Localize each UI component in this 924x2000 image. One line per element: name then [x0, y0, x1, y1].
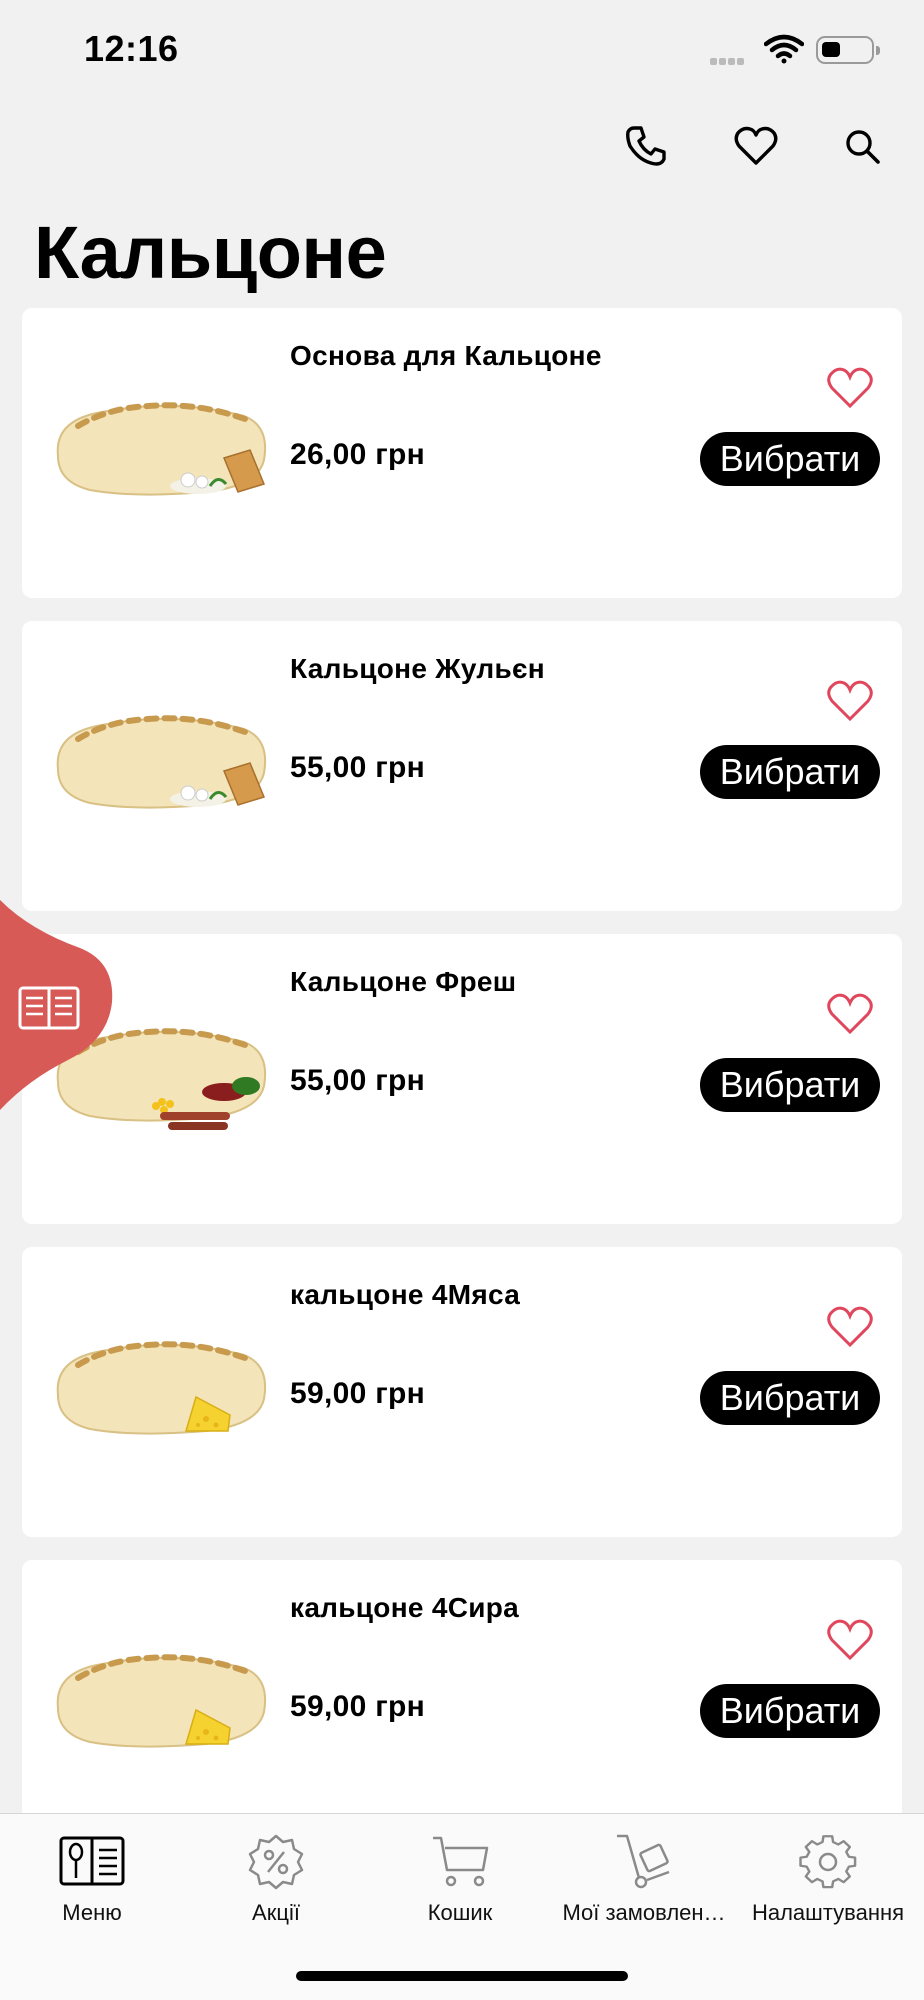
heart-icon[interactable] — [824, 990, 876, 1038]
product-image — [56, 1341, 266, 1435]
battery-icon — [816, 36, 880, 64]
heart-icon[interactable] — [824, 677, 876, 725]
tab-label: Меню — [62, 1900, 122, 1925]
product-name: кальцоне 4Мяса — [290, 1279, 521, 1310]
product-price: 55,00 грн — [290, 751, 426, 784]
product-name: кальцоне 4Сира — [290, 1592, 520, 1623]
home-indicator — [296, 1971, 628, 1981]
choose-button[interactable]: Вибрати — [700, 745, 880, 799]
tab-promotions[interactable]: Акції — [184, 1832, 368, 1942]
tab-label: Налаштування — [751, 1900, 905, 1925]
choose-button[interactable]: Вибрати — [700, 1371, 880, 1425]
wifi-icon — [764, 34, 804, 64]
discount-icon — [248, 1834, 304, 1890]
side-menu-tab[interactable] — [0, 900, 115, 1110]
product-name: Основа для Кальцоне — [290, 340, 602, 371]
favorites-icon[interactable] — [732, 122, 780, 170]
cart-icon — [433, 1836, 489, 1887]
orders-icon — [617, 1834, 670, 1889]
product-price: 55,00 грн — [290, 1064, 426, 1097]
settings-icon — [799, 1835, 857, 1889]
choose-button[interactable]: Вибрати — [700, 1058, 880, 1112]
phone-icon[interactable] — [622, 122, 670, 170]
page-title: Кальцоне — [34, 211, 387, 294]
product-image — [56, 402, 266, 496]
product-price: 59,00 грн — [290, 1690, 426, 1723]
tab-label: Кошик — [427, 1900, 493, 1925]
product-image — [56, 1654, 266, 1748]
product-price: 26,00 грн — [290, 438, 426, 471]
tab-cart[interactable]: Кошик — [368, 1832, 552, 1942]
tab-menu[interactable]: Меню — [0, 1832, 184, 1942]
product-card[interactable]: Основа для Кальцоне 26,00 грн Вибрати — [22, 308, 902, 598]
product-name: Кальцоне Жульєн — [290, 653, 545, 684]
product-card[interactable]: кальцоне 4Сира 59,00 грн Вибрати — [22, 1560, 902, 1850]
tab-settings[interactable]: Налаштування — [736, 1832, 920, 1942]
tab-label: Акції — [252, 1900, 300, 1925]
heart-icon[interactable] — [824, 1616, 876, 1664]
product-name: Кальцоне Фреш — [290, 966, 517, 997]
heart-icon[interactable] — [824, 364, 876, 412]
status-time: 12:16 — [84, 28, 179, 69]
choose-button[interactable]: Вибрати — [700, 1684, 880, 1738]
product-card[interactable]: Кальцоне Фреш 55,00 грн Вибрати — [22, 934, 902, 1224]
tab-label: Мої замовлен… — [562, 1900, 726, 1925]
choose-button[interactable]: Вибрати — [700, 432, 880, 486]
menu-book-icon — [59, 1836, 125, 1886]
product-card[interactable]: кальцоне 4Мяса 59,00 грн Вибрати — [22, 1247, 902, 1537]
product-image — [56, 715, 266, 809]
tab-orders[interactable]: Мої замовлен… — [552, 1832, 736, 1942]
product-price: 59,00 грн — [290, 1377, 426, 1410]
signal-icon — [710, 52, 746, 70]
status-bar: 12:16 — [0, 0, 924, 100]
search-icon[interactable] — [838, 122, 886, 170]
product-card[interactable]: Кальцоне Жульєн 55,00 грн Вибрати — [22, 621, 902, 911]
heart-icon[interactable] — [824, 1303, 876, 1351]
